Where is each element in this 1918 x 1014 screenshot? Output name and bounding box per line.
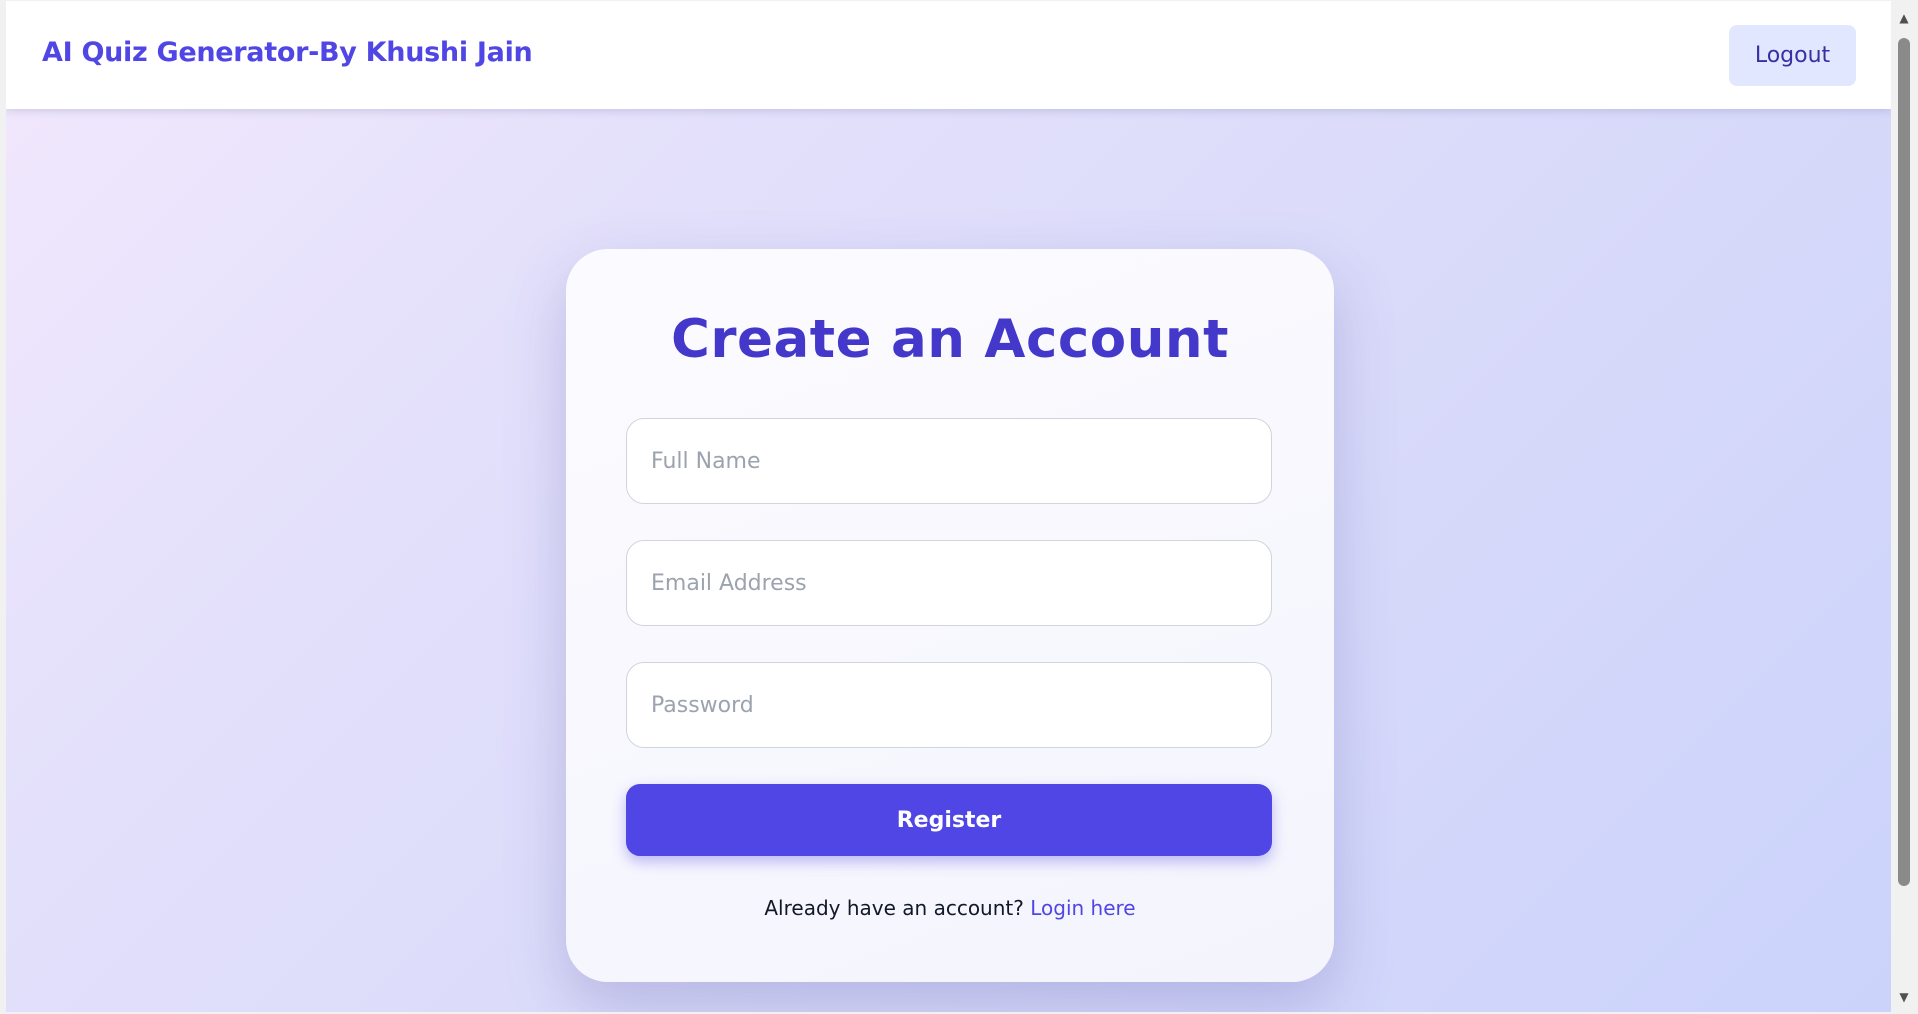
register-button[interactable]: Register <box>626 784 1272 856</box>
scroll-up-arrow-icon[interactable]: ▲ <box>1892 7 1916 29</box>
full-name-input[interactable] <box>626 418 1272 504</box>
login-prompt-line: Already have an account? Login here <box>566 896 1334 920</box>
email-input[interactable] <box>626 540 1272 626</box>
login-link[interactable]: Login here <box>1030 896 1135 920</box>
login-prompt-text: Already have an account? <box>764 896 1024 920</box>
vertical-scrollbar[interactable]: ▲ ▼ <box>1892 1 1916 1012</box>
register-card: Create an Account Register Already have … <box>566 249 1334 982</box>
logout-button[interactable]: Logout <box>1729 25 1856 86</box>
page-title: Create an Account <box>671 309 1229 370</box>
navbar: AI Quiz Generator-By Khushi Jain Logout <box>6 1 1891 109</box>
password-input[interactable] <box>626 662 1272 748</box>
scroll-thumb[interactable] <box>1898 38 1910 886</box>
scroll-down-arrow-icon[interactable]: ▼ <box>1892 986 1916 1008</box>
app-brand[interactable]: AI Quiz Generator-By Khushi Jain <box>42 37 533 68</box>
browser-window: AI Quiz Generator-By Khushi Jain Logout … <box>0 0 1918 1014</box>
page-viewport: AI Quiz Generator-By Khushi Jain Logout … <box>6 1 1891 1012</box>
